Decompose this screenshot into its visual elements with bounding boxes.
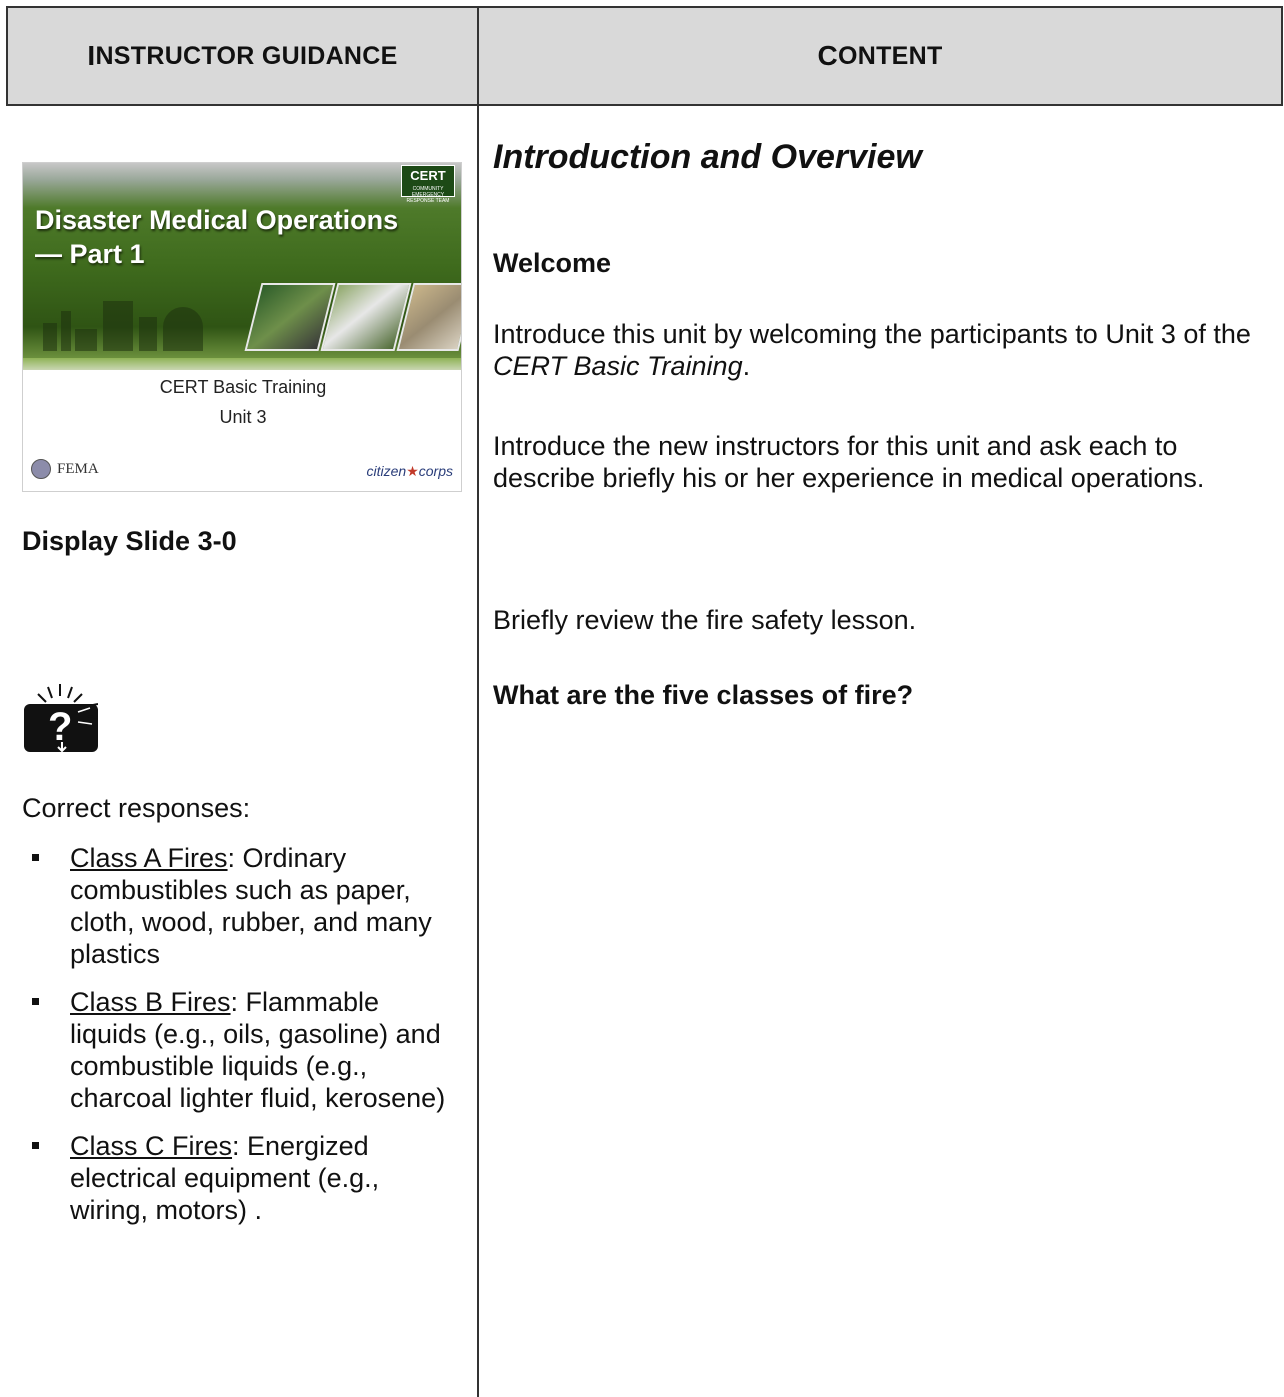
- slide-subtitle-line1: CERT Basic Training: [159, 377, 327, 397]
- intro-text: Introduce this unit by welcoming the par…: [493, 319, 1251, 349]
- welcome-heading: Welcome: [493, 248, 612, 278]
- corps-logo-text: corps: [418, 463, 453, 479]
- header-rest: ONTENT: [837, 41, 943, 70]
- column-header-content: C ONTENT: [477, 6, 1283, 106]
- cert-logo: CERT COMMUNITY EMERGENCY RESPONSE TEAM: [401, 165, 455, 204]
- display-slide-label: Display Slide 3-0: [22, 526, 237, 556]
- correct-responses-label: Correct responses:: [22, 793, 251, 823]
- svg-text:?: ?: [48, 705, 72, 749]
- skyline-graphic: [43, 291, 263, 351]
- list-item: Class A Fires: Ordinary combustibles suc…: [22, 842, 462, 970]
- header-rest: NSTRUCTOR GUIDANCE: [95, 41, 398, 70]
- fire-classes-list: Class A Fires: Ordinary combustibles suc…: [22, 842, 462, 1242]
- star-icon: ★: [406, 463, 419, 479]
- slide-title-line2: — Part 1: [35, 239, 145, 269]
- citizen-logo-text: citizen: [366, 463, 407, 479]
- fire-class-name: Class C Fires: [70, 1131, 233, 1161]
- column-header-instructor-guidance: I NSTRUCTOR GUIDANCE: [6, 6, 479, 106]
- dhs-seal-icon: [31, 459, 51, 479]
- slide-subtitle-line2: Unit 3: [219, 407, 267, 427]
- section-heading: Introduction and Overview: [493, 138, 922, 176]
- fire-class-name: Class A Fires: [70, 843, 228, 873]
- fema-logo-text: FEMA: [57, 460, 99, 477]
- slide-thumbnail: CERT COMMUNITY EMERGENCY RESPONSE TEAM Di…: [22, 162, 462, 492]
- question-icon: ?: [24, 684, 98, 752]
- list-item: Class C Fires: Energized electrical equi…: [22, 1130, 462, 1226]
- fire-class-name: Class B Fires: [70, 987, 231, 1017]
- header-initial: C: [817, 40, 838, 71]
- citizen-corps-logo: citizen★corps: [367, 463, 453, 480]
- header-initial: I: [87, 40, 96, 71]
- slide-title: Disaster Medical Operations — Part 1: [35, 203, 455, 271]
- fema-logo: FEMA: [31, 459, 99, 479]
- question-text: What are the five classes of fire?: [493, 680, 914, 710]
- column-divider: [477, 106, 479, 1397]
- list-item: Class B Fires: Flammable liquids (e.g., …: [22, 986, 462, 1114]
- cert-logo-text: CERT: [410, 168, 446, 183]
- slide-title-line1: Disaster Medical Operations: [35, 205, 399, 235]
- course-title: CERT Basic Training: [493, 351, 743, 381]
- intro-text-end: .: [742, 351, 751, 381]
- review-paragraph: Briefly review the fire safety lesson.: [493, 605, 917, 635]
- instructors-paragraph: Introduce the new instructors for this u…: [493, 431, 1205, 493]
- intro-paragraph: Introduce this unit by welcoming the par…: [493, 318, 1263, 382]
